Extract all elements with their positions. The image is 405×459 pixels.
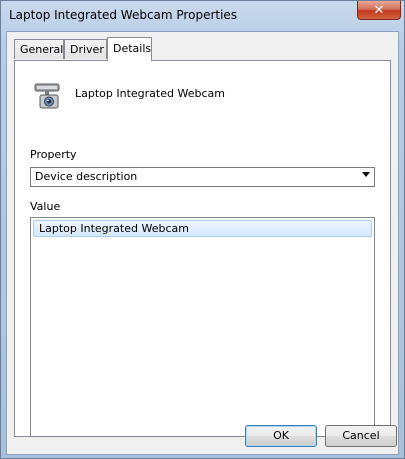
tab-details-label: Details [113, 42, 152, 55]
properties-window: Laptop Integrated Webcam Properties ✕ Ge… [0, 0, 405, 459]
tab-details[interactable]: Details [107, 37, 152, 61]
details-panel: Laptop Integrated Webcam Property Device… [14, 60, 391, 437]
window-title: Laptop Integrated Webcam Properties [9, 8, 238, 22]
device-name: Laptop Integrated Webcam [75, 87, 225, 100]
cancel-button[interactable]: Cancel [325, 425, 397, 447]
dialog-client-area: General Driver Details Laptop Integrated… [6, 31, 399, 455]
ok-button[interactable]: OK [245, 425, 317, 447]
webcam-icon [34, 83, 60, 109]
value-list[interactable]: Laptop Integrated Webcam [30, 217, 375, 437]
property-label: Property [30, 148, 77, 161]
close-icon: ✕ [373, 2, 385, 18]
tab-driver[interactable]: Driver [64, 39, 107, 59]
title-bar[interactable]: Laptop Integrated Webcam Properties ✕ [1, 1, 405, 31]
chevron-down-icon[interactable] [362, 172, 370, 177]
tab-general[interactable]: General [14, 39, 64, 59]
tab-general-label: General [20, 43, 64, 56]
close-button[interactable]: ✕ [357, 1, 401, 20]
property-select[interactable]: Device description [30, 167, 375, 187]
tab-driver-label: Driver [70, 43, 104, 56]
value-label: Value [30, 200, 61, 213]
list-item[interactable]: Laptop Integrated Webcam [33, 220, 372, 237]
property-selected-value: Device description [35, 170, 138, 183]
